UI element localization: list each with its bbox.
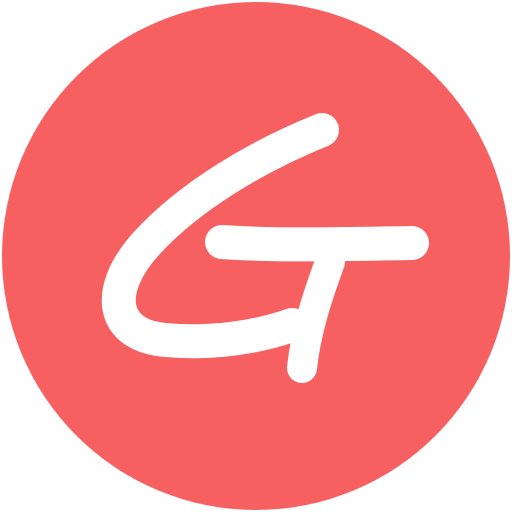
logo-badge xyxy=(2,2,510,510)
g-crossbar xyxy=(205,225,429,262)
logo-stage xyxy=(0,0,512,512)
